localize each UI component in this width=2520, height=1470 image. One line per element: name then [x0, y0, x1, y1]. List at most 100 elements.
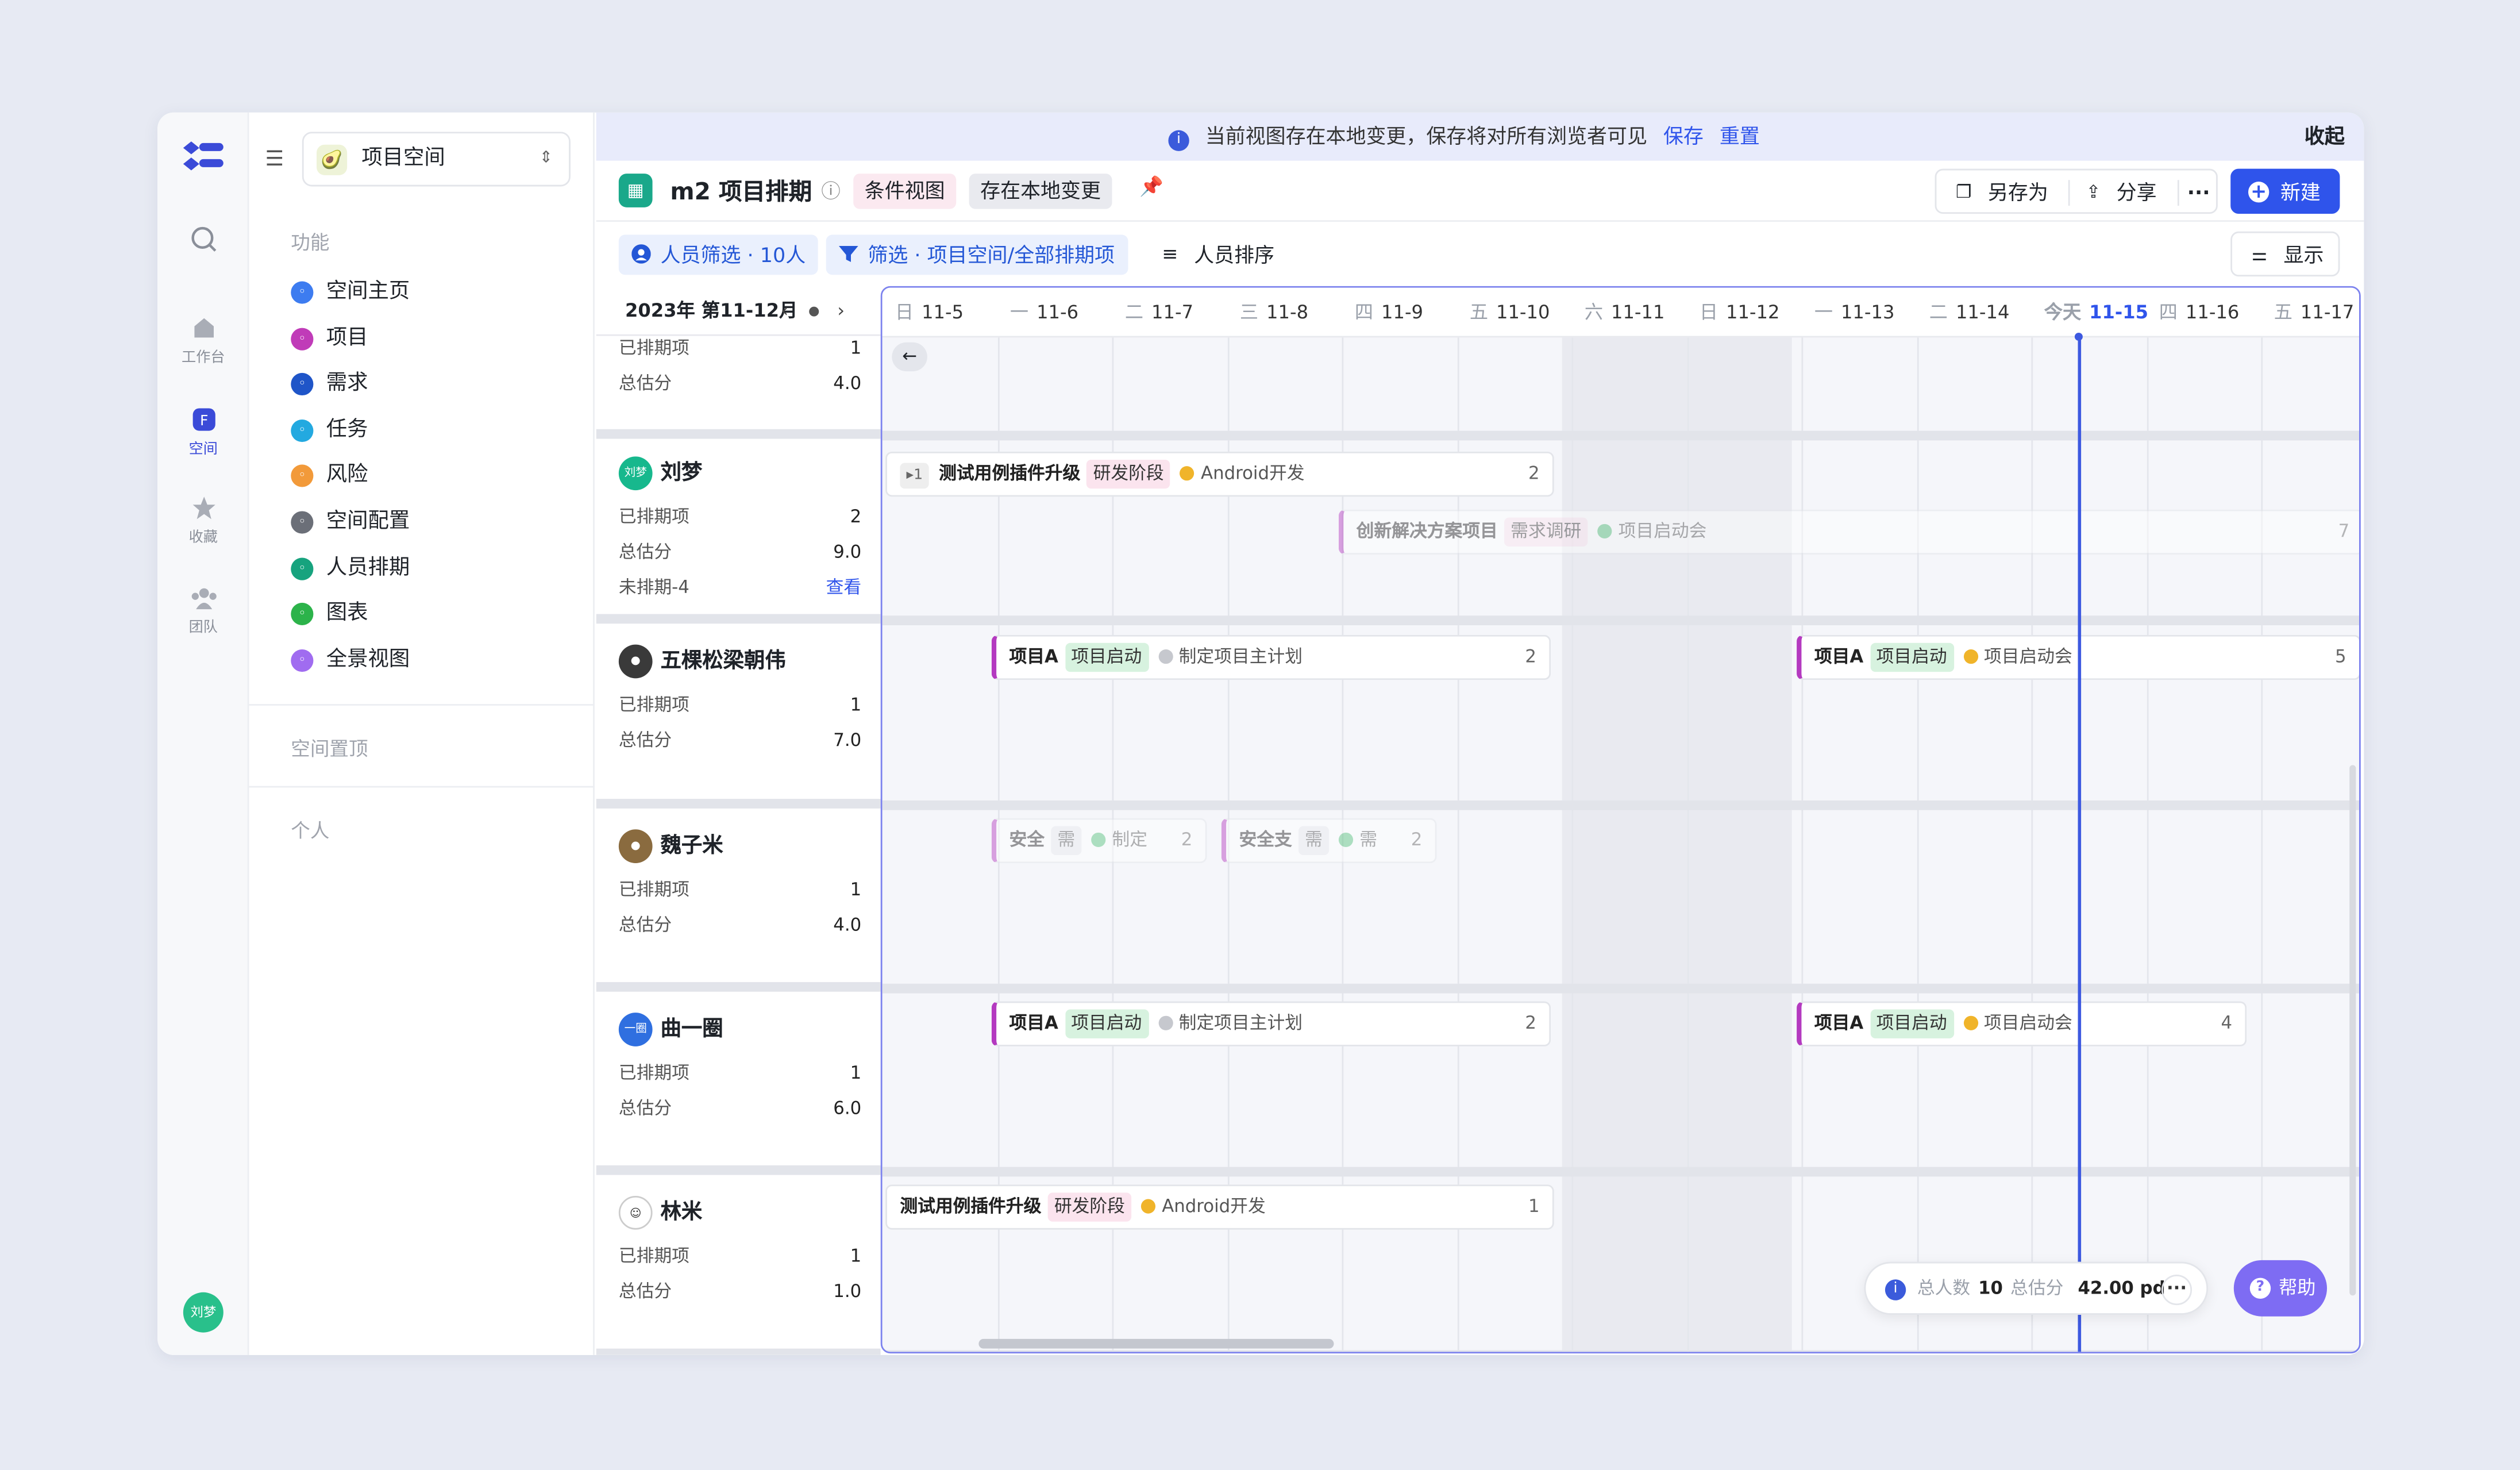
row-separator — [596, 429, 881, 439]
sidebar-item[interactable]: ◦ 空间主页 — [288, 273, 577, 311]
sidebar-item[interactable]: ◦ 需求 — [288, 365, 577, 403]
user-avatar[interactable]: 刘梦 — [183, 1292, 224, 1333]
conditional-view-tag[interactable]: 条件视图 — [853, 174, 957, 209]
rail-item-favorites[interactable]: 收藏 — [157, 495, 249, 547]
vertical-scrollbar[interactable] — [2349, 765, 2356, 1296]
schedule-bar[interactable]: 安全支需需 2 — [1221, 818, 1437, 863]
day-gridline — [1686, 287, 1689, 1352]
row-separator — [882, 800, 2359, 810]
rail-item-team[interactable]: 团队 — [157, 585, 249, 637]
divider — [2068, 180, 2070, 206]
person-name[interactable]: 一圈 曲一圈 — [618, 1013, 723, 1048]
sidebar-item[interactable]: ◦ 空间配置 — [288, 503, 577, 541]
sidebar: ☰ 🥑 项目空间 ⇕ 功能 ◦ 空间主页 ◦ 项目 ◦ 需求 ◦ 任务 ◦ 风险 ◦ 空间配置 ◦ 人员排… — [249, 112, 595, 1355]
reset-link[interactable]: 重置 — [1720, 124, 1760, 148]
updown-chevron-icon: ⇕ — [539, 149, 553, 167]
people-filter-chip[interactable]: 人员筛选 · 10人 — [618, 234, 819, 275]
nav-icon: ◦ — [291, 327, 314, 350]
sidebar-item[interactable]: ◦ 全景视图 — [288, 641, 577, 679]
sidebar-item[interactable]: ◦ 风险 — [288, 457, 577, 495]
more-icon[interactable]: ··· — [2187, 170, 2210, 215]
stage-tag: 项目启动 — [1065, 642, 1149, 672]
app-rail: 工作台 F 空间 收藏 团队 刘梦 — [157, 112, 249, 1355]
horizontal-scrollbar[interactable] — [978, 1338, 1334, 1349]
total-score: 总估分 6.0 — [618, 1098, 862, 1119]
person-name[interactable]: 刘梦 刘梦 — [618, 456, 702, 492]
total-score: 总估分 7.0 — [618, 729, 862, 751]
new-button[interactable]: + 新建 — [2230, 168, 2340, 214]
more-icon[interactable]: ··· — [2161, 1275, 2193, 1306]
row-separator — [596, 614, 881, 624]
stage-tag: 研发阶段 — [1047, 1192, 1132, 1222]
schedule-bar[interactable]: 创新解决方案项目 需求调研 项目启动会 7 — [1338, 509, 2359, 555]
sidebar-item[interactable]: ◦ 人员排期 — [288, 549, 577, 587]
weekend-shade — [1562, 337, 1792, 1352]
sort-button[interactable]: ≡ 人员排序 — [1162, 234, 1274, 275]
nav-icon: ◦ — [291, 419, 314, 442]
save-as-button[interactable]: 另存为 — [1988, 170, 2048, 215]
back-arrow-icon[interactable]: ← — [892, 342, 927, 372]
sidebar-item[interactable]: ◦ 项目 — [288, 319, 577, 357]
day-gridline — [2261, 287, 2263, 1352]
schedule-bar[interactable]: 项目A 项目启动 项目启动会 4 — [1797, 1001, 2247, 1046]
app-logo[interactable] — [180, 138, 225, 177]
rail-item-space[interactable]: F 空间 — [157, 407, 249, 458]
space-selector[interactable]: 🥑 项目空间 ⇕ — [302, 132, 571, 187]
person-name[interactable]: ● 魏子米 — [618, 829, 723, 865]
day-header: 日 11-5 — [895, 301, 964, 324]
day-header: 四 11-9 — [1354, 301, 1424, 324]
collapse-sidebar-icon[interactable]: ☰ — [265, 148, 284, 172]
day-header: 五 11-10 — [1469, 301, 1550, 324]
person-name[interactable]: ● 五棵松梁朝伟 — [618, 644, 786, 680]
help-button[interactable]: ? 帮助 — [2233, 1260, 2328, 1317]
status-dot — [1338, 832, 1354, 848]
nav-icon: ◦ — [291, 603, 314, 626]
section-title-pinned[interactable]: 空间置顶 — [291, 734, 368, 762]
rail-item-workbench[interactable]: 工作台 — [157, 315, 249, 367]
schedule-bar[interactable]: 测试用例插件升级 研发阶段 Android开发 1 — [885, 1184, 1554, 1230]
schedule-bar[interactable]: 项目A 项目启动 制定项目主计划 2 — [991, 634, 1551, 680]
section-title-personal[interactable]: 个人 — [291, 817, 329, 844]
status-dot — [1140, 1199, 1156, 1214]
person-avatar: 刘梦 — [618, 456, 653, 491]
next-arrow-icon[interactable]: › — [837, 286, 845, 336]
share-button[interactable]: 分享 — [2117, 170, 2157, 215]
nav-icon: ◦ — [291, 557, 314, 580]
save-link[interactable]: 保存 — [1663, 124, 1704, 148]
people-column: 2023年 第11-12月 ‹ ● › 已排期项 1 总估分 4.0 刘梦 刘梦 已排期项 2… — [596, 286, 881, 1355]
sort-lines-icon: ≡ — [1162, 243, 1178, 265]
view-link[interactable]: 查看 — [826, 574, 862, 603]
view-toolbar: 人员筛选 · 10人 筛选 · 项目空间/全部排期项 ≡ 人员排序 ⚌ 显示 — [596, 224, 2364, 284]
prev-arrow-icon[interactable]: ‹ — [781, 286, 788, 336]
sidebar-item[interactable]: ◦ 任务 — [288, 411, 577, 449]
date-picker: 2023年 第11-12月 ‹ ● › — [596, 286, 881, 336]
local-change-tag[interactable]: 存在本地变更 — [969, 174, 1112, 209]
nav-icon: ◦ — [291, 281, 314, 304]
person-icon — [631, 244, 651, 264]
status-dot — [1158, 649, 1173, 664]
day-header: 今天 11-15 — [2044, 301, 2148, 324]
status-dot — [1963, 1015, 1978, 1030]
sidebar-item[interactable]: ◦ 图表 — [288, 595, 577, 633]
display-button[interactable]: ⚌ 显示 — [2230, 231, 2340, 277]
question-icon: ? — [2249, 1277, 2271, 1299]
person-name[interactable]: ☺ 林米 — [618, 1195, 702, 1232]
total-score: 总估分 9.0 — [618, 541, 862, 563]
schedule-bar[interactable]: ▸1 测试用例插件升级 研发阶段 Android开发 2 — [885, 451, 1554, 497]
filter-chip[interactable]: 筛选 · 项目空间/全部排期项 — [826, 234, 1128, 275]
pin-icon[interactable]: 📌 — [1139, 175, 1163, 198]
table-view-icon: ▦ — [618, 174, 653, 207]
schedule-bar[interactable]: 项目A 项目启动 制定项目主计划 2 — [991, 1001, 1551, 1046]
info-icon: i — [1885, 1279, 1906, 1300]
day-gridline — [2146, 287, 2148, 1352]
nav-icon: ◦ — [291, 465, 314, 488]
info-circle-icon[interactable]: ⓘ — [821, 177, 841, 205]
row-separator — [882, 983, 2359, 994]
schedule-bar[interactable]: 安全需制定 2 — [991, 818, 1207, 863]
collapse-banner-button[interactable]: 收起 — [2305, 113, 2345, 161]
view-header: ▦ m2 项目排期 ⓘ 条件视图 存在本地变更 📌 ❐ 另存为 ⇪ 分享 ···… — [596, 161, 2364, 222]
expand-toggle[interactable]: ▸1 — [900, 463, 930, 489]
today-dot-icon[interactable]: ● — [808, 286, 820, 336]
divider — [249, 786, 595, 788]
search-icon[interactable] — [157, 225, 249, 259]
